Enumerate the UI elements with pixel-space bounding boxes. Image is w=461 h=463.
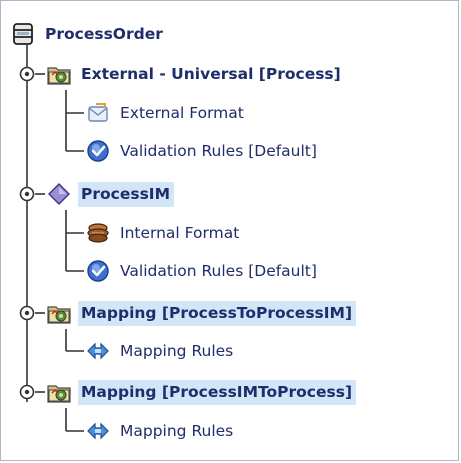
process-folder-icon — [46, 61, 72, 87]
validation-check-icon — [85, 258, 111, 284]
tree-node-mapping-process-to-processim[interactable]: Mapping [ProcessToProcessIM] — [46, 295, 357, 331]
database-icon — [10, 21, 36, 47]
tree-node-validation-rules[interactable]: Validation Rules [Default] — [85, 253, 321, 289]
tree-node-label: External Format — [120, 103, 244, 122]
tree-node-mapping-rules[interactable]: Mapping Rules — [85, 333, 237, 369]
tree-node-mapping-rules[interactable]: Mapping Rules — [85, 413, 237, 449]
tree-node-label: External - Universal [Process] — [81, 64, 341, 83]
tree-node-mapping-processim-to-process[interactable]: Mapping [ProcessIMToProcess] — [46, 374, 357, 410]
collapse-toggle-icon[interactable] — [19, 305, 35, 321]
tree-node-label: ProcessIM — [78, 181, 174, 207]
tree-node-internal-format[interactable]: Internal Format — [85, 215, 243, 251]
collapse-toggle-icon[interactable] — [19, 384, 35, 400]
tree-node-root[interactable]: ProcessOrder — [10, 16, 167, 52]
tree-node-label: Mapping Rules — [120, 341, 234, 360]
tree-node-external[interactable]: External - Universal [Process] — [46, 56, 345, 92]
collapse-toggle-icon[interactable] — [19, 186, 35, 202]
process-folder-icon — [46, 379, 72, 405]
validation-check-icon — [85, 138, 111, 164]
tree-node-validation-rules[interactable]: Validation Rules [Default] — [85, 133, 321, 169]
tree-node-label: Internal Format — [120, 223, 240, 242]
envelope-format-icon — [85, 100, 111, 126]
tree-node-label: Validation Rules [Default] — [120, 141, 317, 160]
mapping-arrows-icon — [85, 418, 111, 444]
tree-node-label: Mapping [ProcessToProcessIM] — [78, 300, 357, 326]
tree-node-label: ProcessOrder — [45, 24, 163, 43]
tree-node-label: Validation Rules [Default] — [120, 261, 317, 280]
mapping-arrows-icon — [85, 338, 111, 364]
collapse-toggle-icon[interactable] — [19, 66, 35, 82]
process-tree: ProcessOrder External - Universal [Proce… — [0, 0, 461, 463]
internal-format-icon — [85, 220, 111, 246]
tree-node-label: Mapping Rules — [120, 421, 234, 440]
diamond-icon — [46, 181, 72, 207]
tree-node-external-format[interactable]: External Format — [85, 95, 248, 131]
tree-node-label: Mapping [ProcessIMToProcess] — [78, 379, 357, 405]
process-folder-icon — [46, 300, 72, 326]
tree-node-processim[interactable]: ProcessIM — [46, 176, 174, 212]
